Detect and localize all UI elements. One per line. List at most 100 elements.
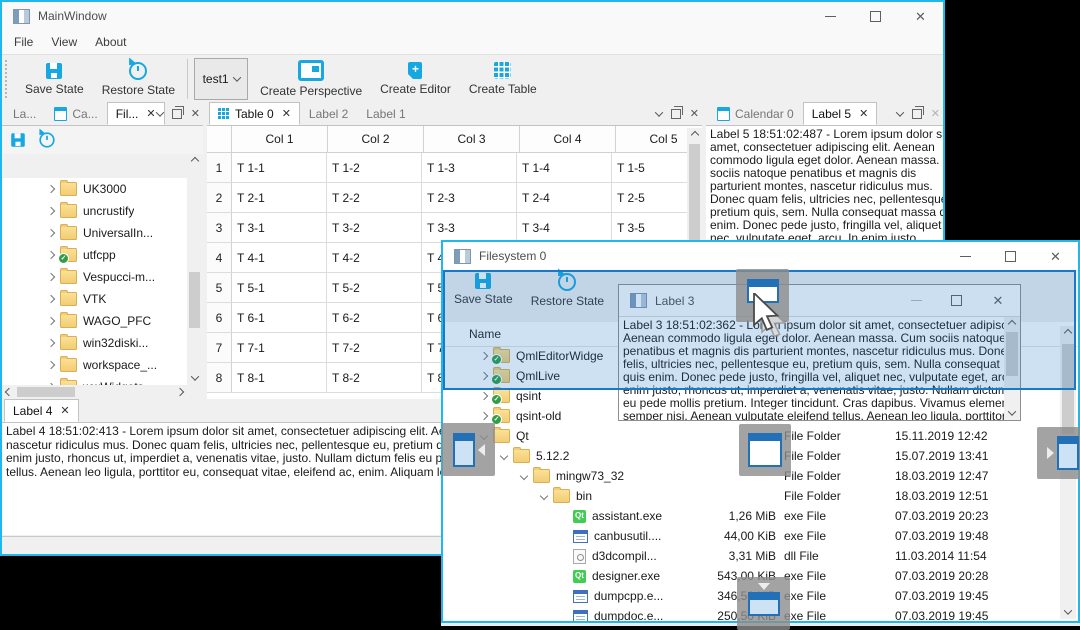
table-cell[interactable]: T 3-1 xyxy=(232,213,327,242)
table-cell[interactable]: T 1-1 xyxy=(232,153,327,182)
close-button[interactable]: ✕ xyxy=(1033,242,1078,270)
expander-icon[interactable] xyxy=(537,491,551,501)
expander-icon[interactable] xyxy=(477,391,491,401)
create-editor-button[interactable]: Create Editor xyxy=(371,59,460,99)
tree-row[interactable]: win32diski... xyxy=(2,332,187,354)
dock-tab[interactable]: Label 2 xyxy=(300,102,357,125)
table-row[interactable]: 3 T 3-1 T 3-2 T 3-3 T 3-4 T 3-5 xyxy=(207,213,702,243)
toolbar-handle[interactable] xyxy=(5,60,12,98)
table-cell[interactable]: T 3-4 xyxy=(517,213,612,242)
table-cell[interactable]: T 5-1 xyxy=(232,273,327,302)
horizontal-scrollbar[interactable] xyxy=(2,385,187,399)
table-cell[interactable]: T 1-2 xyxy=(327,153,422,182)
file-row[interactable]: d3dcompil... 3,31 MiB dll File 11.03.201… xyxy=(443,546,1078,566)
tabs-menu-icon[interactable] xyxy=(155,108,165,117)
float-icon[interactable] xyxy=(171,106,184,119)
expander-icon[interactable] xyxy=(44,228,58,238)
tree-row[interactable]: WAGO_PFC xyxy=(2,310,187,332)
expander-icon[interactable] xyxy=(44,316,58,326)
menu-item[interactable]: File xyxy=(5,35,42,49)
table-cell[interactable]: T 6-2 xyxy=(327,303,422,332)
dock-close-icon[interactable] xyxy=(931,109,940,120)
scroll-down-icon[interactable] xyxy=(1004,406,1020,420)
table-cell[interactable]: T 8-2 xyxy=(327,363,422,392)
tab-close-icon[interactable] xyxy=(859,107,868,120)
table-cell[interactable]: T 2-1 xyxy=(232,183,327,212)
file-row[interactable]: assistant.exe 1,26 MiB exe File 07.03.20… xyxy=(443,506,1078,526)
dock-tab[interactable]: Label 4 xyxy=(4,399,79,422)
dock-tab[interactable]: Ca... xyxy=(45,102,106,125)
file-row[interactable]: canbusutil.... 44,00 KiB exe File 07.03.… xyxy=(443,526,1078,546)
tree-row[interactable]: VTK xyxy=(2,288,187,310)
expander-icon[interactable] xyxy=(44,360,58,370)
maximize-button[interactable] xyxy=(853,2,898,30)
table-cell[interactable]: T 3-3 xyxy=(422,213,517,242)
main-titlebar[interactable]: MainWindow ✕ xyxy=(2,2,943,30)
scrollbar-thumb[interactable] xyxy=(189,272,200,328)
scrollbar-thumb[interactable] xyxy=(689,144,700,244)
table-row[interactable]: 1 T 1-1 T 1-2 T 1-3 T 1-4 T 1-5 xyxy=(207,153,702,183)
expander-icon[interactable] xyxy=(44,294,58,304)
column-header[interactable]: Col 1 xyxy=(232,126,328,152)
scroll-left-icon[interactable] xyxy=(2,385,16,399)
dock-bottom-indicator[interactable] xyxy=(737,577,790,630)
filesystem-titlebar[interactable]: Filesystem 0 ✕ xyxy=(443,242,1078,270)
table-cell[interactable]: T 6-1 xyxy=(232,303,327,332)
tree-row[interactable]: utfcpp xyxy=(2,244,187,266)
tabs-menu-icon[interactable] xyxy=(895,108,905,117)
tree-row[interactable]: uncrustify xyxy=(2,200,187,222)
row-number[interactable]: 7 xyxy=(207,333,232,362)
dock-tab[interactable]: La... xyxy=(4,102,45,125)
create-table-button[interactable]: Create Table xyxy=(460,59,546,99)
tree-row[interactable]: Vespucci-m... xyxy=(2,266,187,288)
restore-icon[interactable] xyxy=(39,132,55,148)
table-cell[interactable]: T 2-3 xyxy=(422,183,517,212)
column-header[interactable]: Col 3 xyxy=(424,126,520,152)
minimize-button[interactable] xyxy=(808,2,853,30)
scroll-right-icon[interactable] xyxy=(173,385,187,399)
save-icon[interactable] xyxy=(11,133,25,147)
expander-icon[interactable] xyxy=(44,184,58,194)
perspective-combobox[interactable]: test1 xyxy=(194,58,249,100)
dock-close-icon[interactable] xyxy=(690,109,699,120)
scroll-down-icon[interactable] xyxy=(187,371,202,385)
table-cell[interactable]: T 5-2 xyxy=(327,273,422,302)
table-cell[interactable]: T 7-1 xyxy=(232,333,327,362)
scroll-down-icon[interactable] xyxy=(1060,605,1076,619)
row-number[interactable]: 2 xyxy=(207,183,232,212)
menu-item[interactable]: View xyxy=(42,35,86,49)
table-cell[interactable]: T 4-1 xyxy=(232,243,327,272)
table-cell[interactable]: T 4-2 xyxy=(327,243,422,272)
table-cell[interactable]: T 2-2 xyxy=(327,183,422,212)
file-row[interactable]: bin File Folder 18.03.2019 12:51 xyxy=(443,486,1078,506)
expander-icon[interactable] xyxy=(477,411,491,421)
tab-close-icon[interactable] xyxy=(146,107,155,120)
expander-icon[interactable] xyxy=(497,451,511,461)
expander-icon[interactable] xyxy=(44,338,58,348)
dock-tab[interactable]: Table 0 xyxy=(209,102,300,125)
tab-close-icon[interactable] xyxy=(282,107,291,120)
expander-icon[interactable] xyxy=(44,206,58,216)
maximize-button[interactable] xyxy=(988,242,1033,270)
expander-icon[interactable] xyxy=(44,272,58,282)
column-header[interactable]: Col 2 xyxy=(328,126,424,152)
row-number[interactable]: 1 xyxy=(207,153,232,182)
scrollbar-thumb[interactable] xyxy=(17,387,75,397)
dock-center-indicator[interactable] xyxy=(739,424,791,476)
row-number[interactable]: 6 xyxy=(207,303,232,332)
save-state-button[interactable]: Save State xyxy=(16,60,93,99)
tab-close-icon[interactable] xyxy=(60,404,69,417)
tree-row[interactable]: workspace_... xyxy=(2,354,187,376)
expander-icon[interactable] xyxy=(517,471,531,481)
column-header[interactable]: Col 4 xyxy=(520,126,616,152)
restore-state-button[interactable]: Restore State xyxy=(93,59,184,100)
float-icon[interactable] xyxy=(670,106,683,119)
dock-tab[interactable]: Label 1 xyxy=(357,102,414,125)
menu-item[interactable]: About xyxy=(86,35,135,49)
dock-right-indicator[interactable] xyxy=(1037,427,1080,479)
create-perspective-button[interactable]: Create Perspective xyxy=(251,57,371,101)
tree-row[interactable]: UniversalIn... xyxy=(2,222,187,244)
tree-row[interactable]: wwWidgets xyxy=(2,376,187,385)
row-number[interactable]: 4 xyxy=(207,243,232,272)
tabs-menu-icon[interactable] xyxy=(654,108,664,117)
